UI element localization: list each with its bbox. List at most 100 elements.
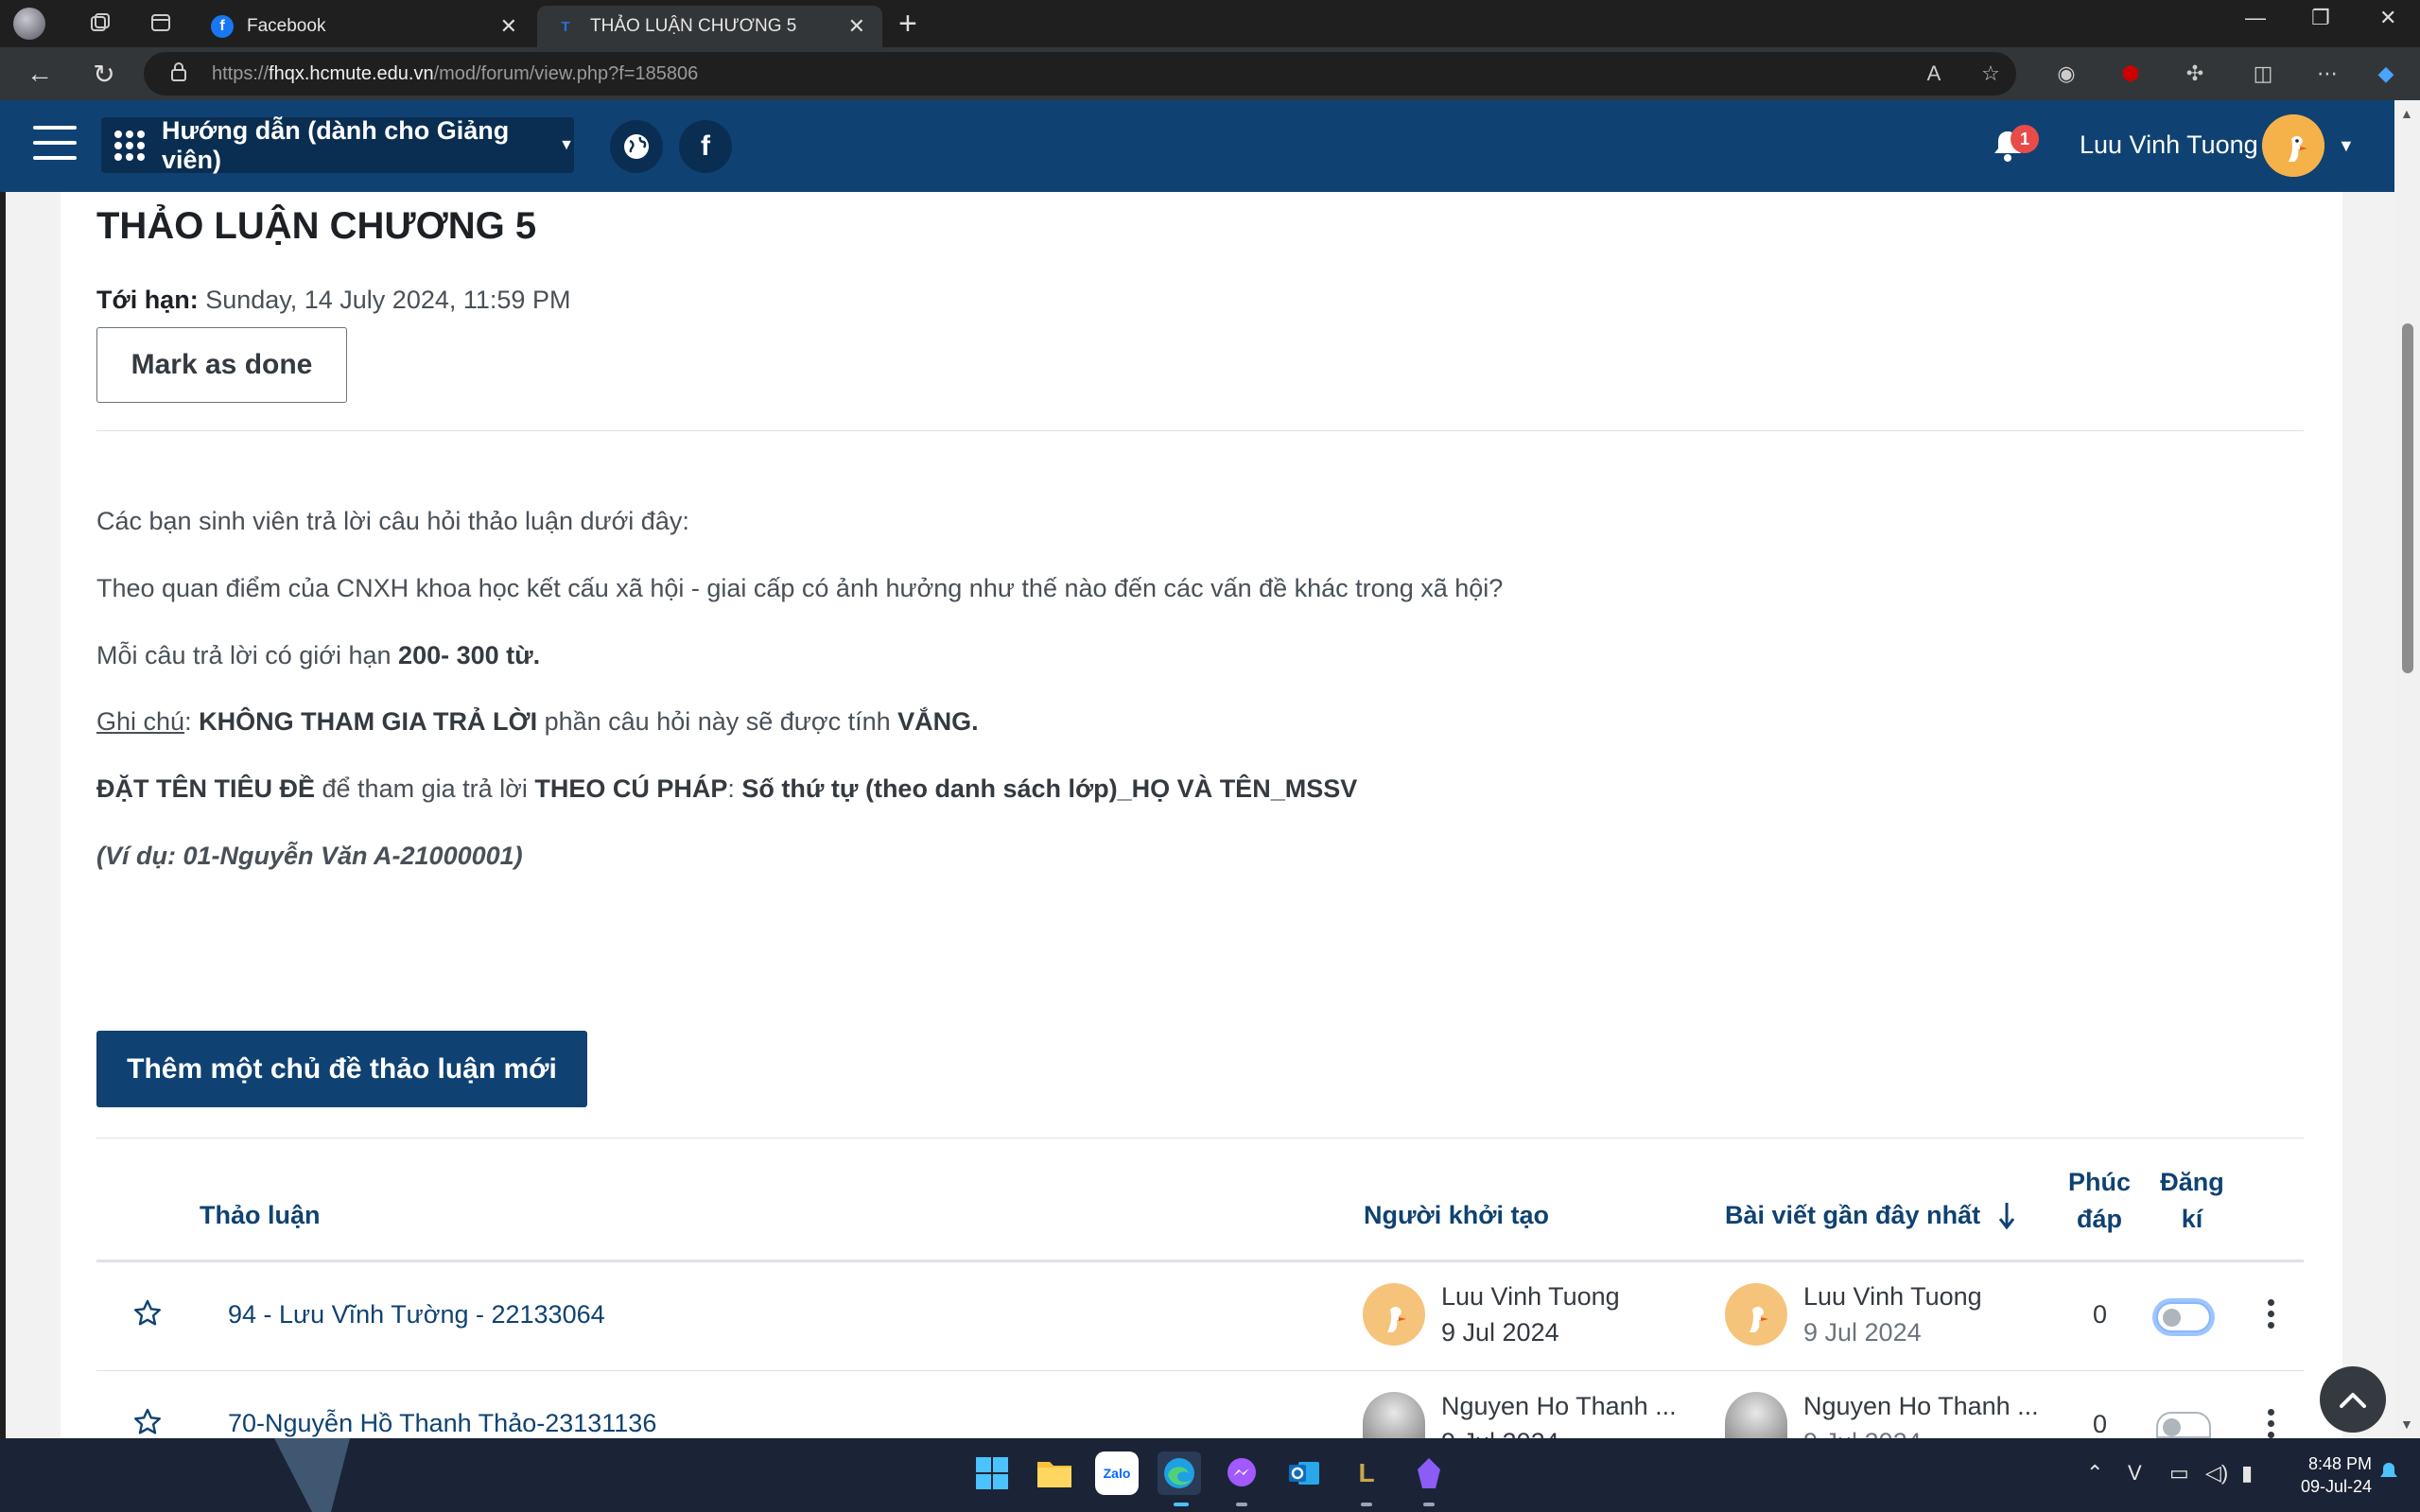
zalo-icon[interactable]: Zalo	[1095, 1451, 1139, 1495]
last-post-date[interactable]: 9 Jul 2024	[1803, 1318, 1922, 1347]
start-icon[interactable]	[970, 1451, 1014, 1495]
scroll-down-arrow-icon[interactable]: ▼	[2400, 1416, 2413, 1432]
chevron-down-icon: ▼	[559, 136, 574, 153]
file-explorer-icon[interactable]	[1033, 1451, 1076, 1495]
page-body	[6, 192, 2394, 1438]
starter-name[interactable]: Luu Vinh Tuong	[1441, 1282, 1620, 1312]
due-date: Tới hạn: Sunday, 14 July 2024, 11:59 PM	[96, 286, 570, 315]
mark-as-done-button[interactable]: Mark as done	[96, 327, 347, 403]
copilot-icon[interactable]: ◆	[2372, 60, 2400, 88]
hamburger-menu-icon[interactable]	[33, 126, 77, 164]
extensions-icon[interactable]: ✣	[2181, 60, 2209, 88]
browser-tab-forum[interactable]: T THẢO LUẬN CHƯƠNG 5 ✕	[537, 6, 882, 47]
reply-count: 0	[2093, 1410, 2108, 1438]
due-value: Sunday, 14 July 2024, 11:59 PM	[198, 286, 571, 314]
main-card	[61, 192, 2342, 1438]
close-tab-icon[interactable]: ✕	[848, 14, 865, 39]
discussion-link[interactable]: 94 - Lưu Vĩnh Tường - 22133064	[228, 1300, 605, 1330]
star-icon[interactable]	[132, 1298, 163, 1329]
ublock-icon[interactable]: ⬢	[2116, 60, 2145, 88]
facebook-icon: f	[211, 15, 234, 38]
subscribe-toggle[interactable]	[2156, 1302, 2211, 1332]
starter-avatar[interactable]	[1363, 1283, 1425, 1346]
tab-label: THẢO LUẬN CHƯƠNG 5	[590, 16, 797, 36]
vpn-icon[interactable]: V	[2128, 1461, 2142, 1486]
back-icon[interactable]: ←	[21, 55, 59, 93]
starter-name[interactable]: Nguyen Ho Thanh ...	[1441, 1392, 1677, 1421]
guide-dropdown[interactable]: Hướng dẫn (dành cho Giảng viên) ▼	[101, 115, 574, 174]
intro-line-1: Các bạn sinh viên trả lời câu hỏi thảo l…	[96, 507, 689, 535]
new-tab-icon[interactable]: +	[898, 6, 917, 43]
more-options-icon[interactable]: ⋯	[2313, 60, 2342, 88]
minimize-icon[interactable]: —	[2245, 6, 2266, 30]
row-actions-menu-icon[interactable]	[2266, 1299, 2275, 1331]
col-header-last-post[interactable]: Bài viết gần đây nhất	[1725, 1201, 2016, 1230]
clock-time: 8:48 PM	[2307, 1454, 2372, 1473]
app-indicator	[1361, 1503, 1372, 1506]
browser-tab-facebook[interactable]: f Facebook ✕	[194, 6, 534, 47]
show-hidden-icons-icon[interactable]: ⌃	[2086, 1461, 2103, 1486]
refresh-icon[interactable]: ↻	[85, 55, 123, 93]
col-header-replies[interactable]: Phúc đáp	[2062, 1164, 2137, 1238]
edge-icon[interactable]	[1158, 1451, 1201, 1495]
system-clock[interactable]: 8:48 PM 09-Jul-24	[2277, 1452, 2372, 1498]
chevron-up-icon	[2340, 1393, 2366, 1408]
starter-date-clip: 9 Jul 2024	[1441, 1428, 1559, 1438]
outlook-icon[interactable]	[1282, 1451, 1326, 1495]
messenger-icon[interactable]	[1220, 1451, 1263, 1495]
intro-line-2: Theo quan điểm của CNXH khoa học kết cấu…	[96, 574, 1504, 602]
row-actions-menu-icon[interactable]	[2266, 1409, 2275, 1438]
browser-profile-avatar[interactable]	[13, 8, 45, 40]
divider	[96, 430, 2304, 431]
apps-grid-icon	[114, 130, 145, 161]
syntax-mid: để tham gia trả lời	[315, 774, 535, 803]
sort-desc-arrow-icon	[1998, 1203, 2014, 1230]
col-header-started-by[interactable]: Người khởi tạo	[1364, 1201, 1549, 1230]
tab-actions-icon[interactable]	[142, 4, 180, 42]
last-post-date[interactable]: 9 Jul 2024	[1803, 1428, 1922, 1438]
col-header-subscribe-line1: Đăng	[2160, 1168, 2224, 1196]
extension-owl-icon[interactable]: ◉	[2052, 60, 2081, 88]
facebook-button[interactable]: f	[679, 120, 732, 173]
add-discussion-button[interactable]: Thêm một chủ đề thảo luận mới	[96, 1031, 587, 1107]
last-post-name[interactable]: Nguyen Ho Thanh ...	[1803, 1392, 2039, 1421]
zalo-label: Zalo	[1103, 1466, 1131, 1481]
col-header-discussion[interactable]: Thảo luận	[200, 1201, 321, 1230]
read-aloud-icon[interactable]: A	[1920, 60, 1948, 88]
network-icon[interactable]: ▭	[2169, 1461, 2189, 1486]
favorite-star-icon[interactable]: ☆	[1976, 60, 2005, 88]
battery-icon[interactable]: ▮	[2241, 1461, 2253, 1486]
example-text: (Ví dụ: 01-Nguyễn Văn A-21000001)	[96, 842, 523, 870]
starter-date: 9 Jul 2024	[1441, 1428, 1559, 1438]
url-field[interactable]: https://fhqx.hcmute.edu.vn/mod/forum/vie…	[144, 52, 2016, 96]
notifications-bell-icon[interactable]	[2379, 1461, 2398, 1487]
note-line: Ghi chú: KHÔNG THAM GIA TRẢ LỜI phần câu…	[96, 707, 979, 737]
user-menu-chevron-icon[interactable]: ▼	[2338, 136, 2355, 156]
volume-icon[interactable]: ◁)	[2205, 1461, 2228, 1486]
syntax-separator: :	[727, 774, 742, 803]
user-name[interactable]: Luu Vinh Tuong	[2080, 130, 2258, 160]
subscribe-toggle[interactable]	[2156, 1412, 2211, 1438]
discussion-link[interactable]: 70-Nguyễn Hồ Thanh Thảo-23131136	[228, 1409, 656, 1438]
guide-label: Hướng dẫn (dành cho Giảng viên)	[162, 115, 510, 174]
app-indicator	[1423, 1503, 1435, 1506]
scrollbar-thumb[interactable]	[2402, 323, 2413, 673]
split-screen-icon[interactable]: ◫	[2249, 60, 2277, 88]
close-window-icon[interactable]: ✕	[2379, 6, 2396, 30]
last-post-avatar[interactable]	[1725, 1283, 1787, 1346]
last-post-name[interactable]: Luu Vinh Tuong	[1803, 1282, 1982, 1312]
obsidian-icon[interactable]	[1407, 1451, 1451, 1495]
scroll-up-arrow-icon[interactable]: ▲	[2400, 106, 2413, 121]
back-to-top-button[interactable]	[2320, 1366, 2386, 1433]
globe-button[interactable]	[610, 120, 663, 173]
workspaces-icon[interactable]	[81, 4, 119, 42]
user-avatar[interactable]	[2262, 114, 2324, 177]
windows-taskbar: Zalo L ⌃ V ▭ ◁) ▮ 8:48 PM 09-Jul-24	[0, 1438, 2420, 1512]
close-tab-icon[interactable]: ✕	[500, 14, 517, 39]
col-header-subscribe: Đăng kí	[2154, 1164, 2230, 1238]
star-icon[interactable]	[132, 1407, 163, 1437]
league-icon[interactable]: L	[1345, 1451, 1388, 1495]
url-prefix: https://	[212, 62, 270, 84]
restore-icon[interactable]: ❐	[2311, 6, 2330, 30]
page-scrollbar[interactable]: ▲ ▼	[2394, 100, 2420, 1438]
